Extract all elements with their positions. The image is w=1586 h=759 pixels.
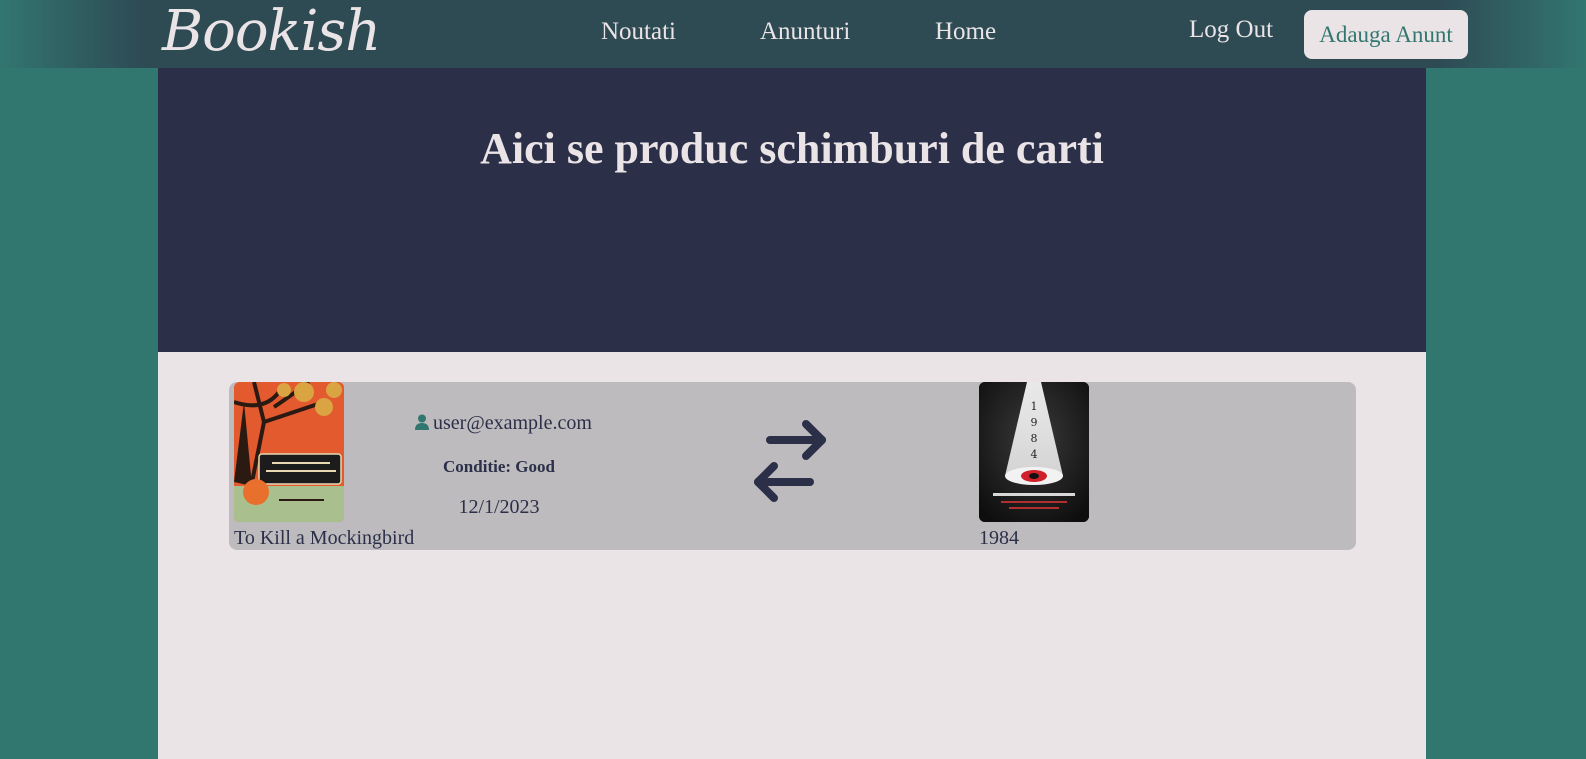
svg-text:4: 4 bbox=[1031, 448, 1038, 461]
book-condition: Conditie: Good bbox=[443, 457, 555, 476]
exchange-arrows-icon bbox=[750, 418, 830, 506]
user-icon bbox=[415, 414, 429, 434]
svg-text:8: 8 bbox=[1031, 432, 1038, 445]
owner-email: user@example.com bbox=[433, 412, 592, 434]
hero-banner: Aici se produc schimburi de carti bbox=[158, 68, 1426, 352]
svg-text:1: 1 bbox=[1031, 400, 1038, 413]
requested-book-cover[interactable]: 1 9 8 4 bbox=[979, 382, 1089, 522]
navbar: Bookish Noutati Anunturi Home Log Out Ad… bbox=[0, 0, 1586, 68]
svg-text:9: 9 bbox=[1031, 416, 1038, 429]
nav-link-home[interactable]: Home bbox=[935, 16, 996, 48]
logout-link[interactable]: Log Out bbox=[1189, 14, 1273, 46]
listing-date: 12/1/2023 bbox=[458, 496, 540, 518]
owner-info: user@example.com bbox=[415, 412, 592, 435]
page-title: Aici se produc schimburi de carti bbox=[480, 124, 1104, 173]
add-listing-button[interactable]: Adauga Anunt bbox=[1304, 10, 1468, 59]
offered-book-title: To Kill a Mockingbird bbox=[234, 527, 415, 549]
nav-link-noutati[interactable]: Noutati bbox=[601, 16, 676, 48]
exchange-card[interactable]: To Kill a Mockingbird user@example.com C… bbox=[229, 382, 1356, 550]
nav-link-anunturi[interactable]: Anunturi bbox=[760, 16, 850, 48]
requested-book-title: 1984 bbox=[979, 527, 1019, 549]
brand-logo[interactable]: Bookish bbox=[162, 0, 381, 64]
offered-book-cover[interactable] bbox=[234, 382, 344, 522]
main-content: Aici se produc schimburi de carti To Kil… bbox=[158, 68, 1426, 759]
